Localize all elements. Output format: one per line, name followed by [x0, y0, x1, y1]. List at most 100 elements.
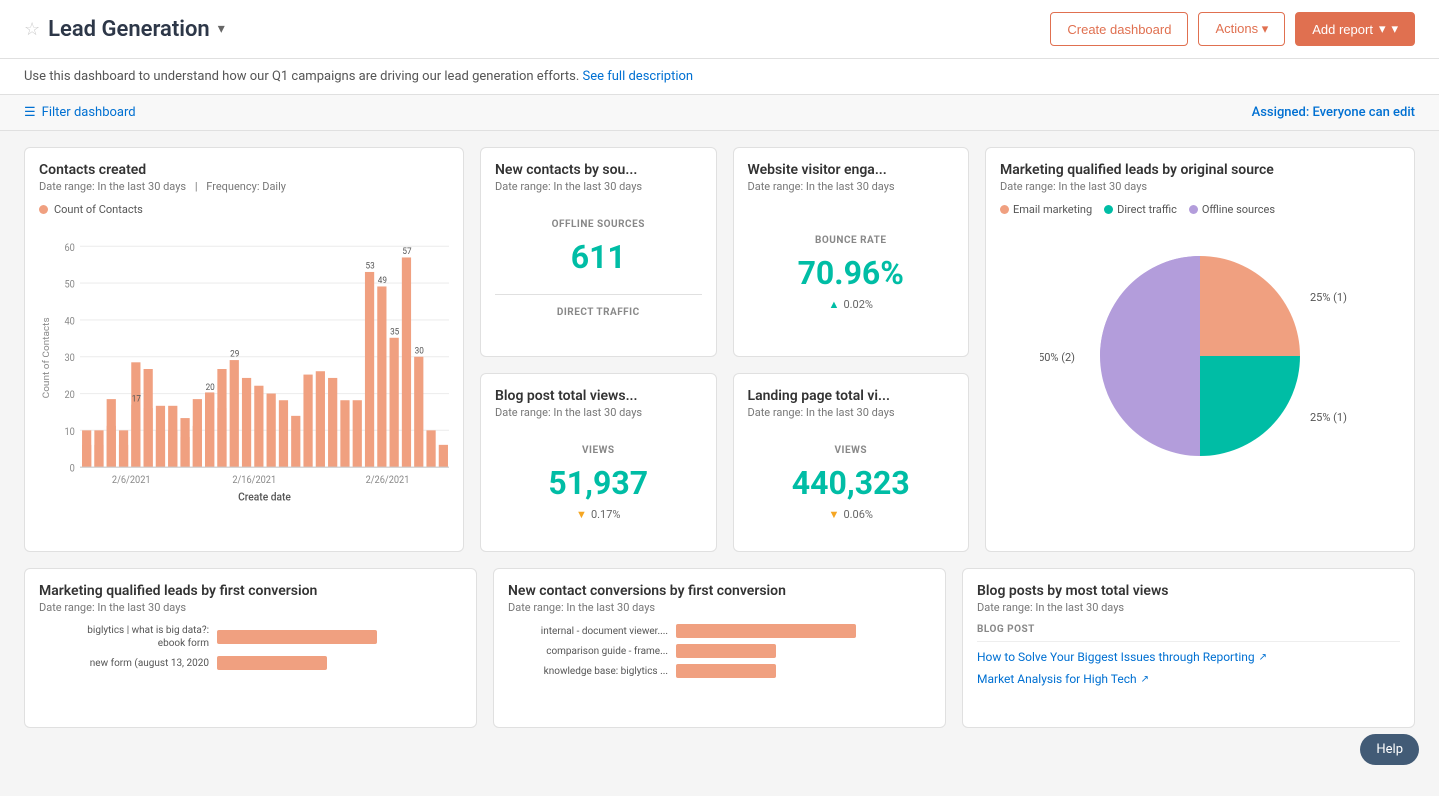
conv-bar-2 [676, 644, 776, 658]
svg-text:20: 20 [65, 390, 75, 401]
mql-source-title: Marketing qualified leads by original so… [1000, 162, 1400, 178]
website-visitor-title: Website visitor enga... [748, 162, 955, 178]
new-contacts-subtitle: Date range: In the last 30 days [495, 180, 702, 193]
chevron-down-icon[interactable]: ▾ [218, 21, 225, 37]
svg-text:53: 53 [365, 261, 374, 271]
down-arrow-icon: ▼ [576, 508, 587, 521]
dashboard: Contacts created Date range: In the last… [0, 131, 1439, 796]
svg-text:0: 0 [70, 463, 75, 474]
blog-post-link-2[interactable]: Market Analysis for High Tech ↗ [977, 672, 1400, 686]
landing-page-views-card: Landing page total vi... Date range: In … [733, 373, 970, 552]
mql-source-subtitle: Date range: In the last 30 days [1000, 180, 1400, 193]
external-link-icon-2: ↗ [1141, 674, 1149, 685]
mql-legend: Email marketing Direct traffic Offline s… [1000, 203, 1400, 216]
landing-page-title: Landing page total vi... [748, 388, 955, 404]
svg-text:10: 10 [65, 426, 75, 437]
svg-text:Create date: Create date [238, 490, 291, 504]
assigned-label: Assigned: [1252, 105, 1310, 120]
filter-bar: ☰ Filter dashboard Assigned: Everyone ca… [0, 95, 1439, 131]
bounce-change: ▲ 0.02% [829, 298, 873, 311]
create-dashboard-button[interactable]: Create dashboard [1050, 12, 1188, 46]
legend-offline: Offline sources [1189, 203, 1275, 216]
conv-bar-row-1: internal - document viewer.... [508, 624, 931, 638]
blog-change: ▼ 0.17% [576, 508, 620, 521]
add-report-button[interactable]: Add report ▾ [1295, 12, 1415, 46]
svg-text:17: 17 [132, 394, 141, 404]
new-contacts-title: New contacts by sou... [495, 162, 702, 178]
website-visitor-card: Website visitor enga... Date range: In t… [733, 147, 970, 357]
website-visitor-subtitle: Date range: In the last 30 days [748, 180, 955, 193]
svg-text:50: 50 [65, 279, 75, 290]
blog-post-link-1[interactable]: How to Solve Your Biggest Issues through… [977, 650, 1400, 664]
contact-conversions-subtitle: Date range: In the last 30 days [508, 601, 931, 614]
conv-bar-label-3: knowledge base: biglytics ... [508, 666, 668, 677]
pie-chart: 25% (1) 25% (1) 50% (2) [1040, 226, 1360, 486]
bounce-rate-value: 70.96% [798, 254, 904, 292]
mql-conversion-title: Marketing qualified leads by first conve… [39, 583, 462, 599]
offline-sources-value: 611 [571, 238, 626, 276]
svg-text:50% (2): 50% (2) [1040, 351, 1075, 364]
direct-traffic-label: DIRECT TRAFFIC [557, 307, 640, 318]
legend-offline-dot [1189, 205, 1198, 214]
svg-text:29: 29 [230, 349, 239, 359]
assigned-section: Assigned: Everyone can edit [1252, 105, 1415, 120]
filter-icon: ☰ [24, 105, 36, 120]
legend-dot [39, 205, 48, 214]
landing-change: ▼ 0.06% [829, 508, 873, 521]
dashboard-title: Lead Generation [48, 17, 210, 42]
conv-bar-label-1: internal - document viewer.... [508, 626, 668, 637]
filter-dashboard-button[interactable]: ☰ Filter dashboard [24, 105, 136, 120]
mql-bar-label-2: new form (august 13, 2020 [39, 658, 209, 669]
up-arrow-icon: ▲ [829, 298, 840, 311]
mql-bar-row-2: new form (august 13, 2020 [39, 656, 462, 670]
landing-views-label: VIEWS [835, 445, 868, 456]
blog-views-value: 51,937 [548, 464, 648, 502]
svg-text:25% (1): 25% (1) [1310, 411, 1347, 424]
mql-conversion-card: Marketing qualified leads by first conve… [24, 568, 477, 728]
legend-email-dot [1000, 205, 1009, 214]
conversion-bars: internal - document viewer.... compariso… [508, 624, 931, 678]
contacts-created-subtitle: Date range: In the last 30 days | Freque… [39, 180, 449, 193]
blog-column-header: BLOG POST [977, 624, 1400, 642]
conv-bar-row-3: knowledge base: biglytics ... [508, 664, 931, 678]
legend-direct-dot [1104, 205, 1113, 214]
offline-sources-label: OFFLINE SOURCES [552, 219, 645, 230]
row-2: Marketing qualified leads by first conve… [24, 568, 1415, 728]
blog-posts-title: Blog posts by most total views [977, 583, 1400, 599]
legend-label: Count of Contacts [54, 203, 143, 216]
contacts-bar-chart: 60 50 40 30 20 10 0 Count of Contacts [39, 224, 449, 514]
svg-text:Count of Contacts: Count of Contacts [42, 317, 53, 398]
svg-text:57: 57 [402, 247, 411, 257]
filter-label: Filter dashboard [42, 105, 136, 120]
svg-text:49: 49 [378, 276, 387, 286]
mql-bar-row-1: biglytics | what is big data?:ebook form [39, 624, 462, 650]
pie-container: 25% (1) 25% (1) 50% (2) [1000, 226, 1400, 486]
blog-posts-card: Blog posts by most total views Date rang… [962, 568, 1415, 728]
legend-direct: Direct traffic [1104, 203, 1177, 216]
see-full-description-link[interactable]: See full description [583, 69, 694, 84]
mql-bar-label-1: biglytics | what is big data?:ebook form [39, 624, 209, 650]
help-button[interactable]: Help [1360, 734, 1419, 765]
svg-text:2/16/2021: 2/16/2021 [232, 474, 276, 485]
header-actions: Create dashboard Actions Add report ▾ [1050, 12, 1415, 46]
conv-bar-3 [676, 664, 776, 678]
svg-text:20: 20 [206, 383, 215, 393]
star-icon[interactable]: ☆ [24, 19, 40, 40]
mql-bar-2 [217, 656, 327, 670]
blog-post-views-card: Blog post total views... Date range: In … [480, 373, 717, 552]
svg-text:25% (1): 25% (1) [1310, 291, 1347, 304]
mql-source-card: Marketing qualified leads by original so… [985, 147, 1415, 552]
blog-post-subtitle: Date range: In the last 30 days [495, 406, 702, 419]
legend-email: Email marketing [1000, 203, 1092, 216]
assigned-value[interactable]: Everyone can edit [1313, 105, 1416, 120]
contact-conversions-card: New contact conversions by first convers… [493, 568, 946, 728]
actions-button[interactable]: Actions [1198, 12, 1285, 46]
help-label: Help [1376, 742, 1403, 757]
conv-bar-row-2: comparison guide - frame... [508, 644, 931, 658]
landing-page-subtitle: Date range: In the last 30 days [748, 406, 955, 419]
svg-text:35: 35 [390, 327, 399, 337]
svg-text:60: 60 [65, 242, 75, 253]
svg-text:30: 30 [415, 346, 424, 356]
svg-text:2/6/2021: 2/6/2021 [112, 474, 151, 485]
mql-conversion-subtitle: Date range: In the last 30 days [39, 601, 462, 614]
